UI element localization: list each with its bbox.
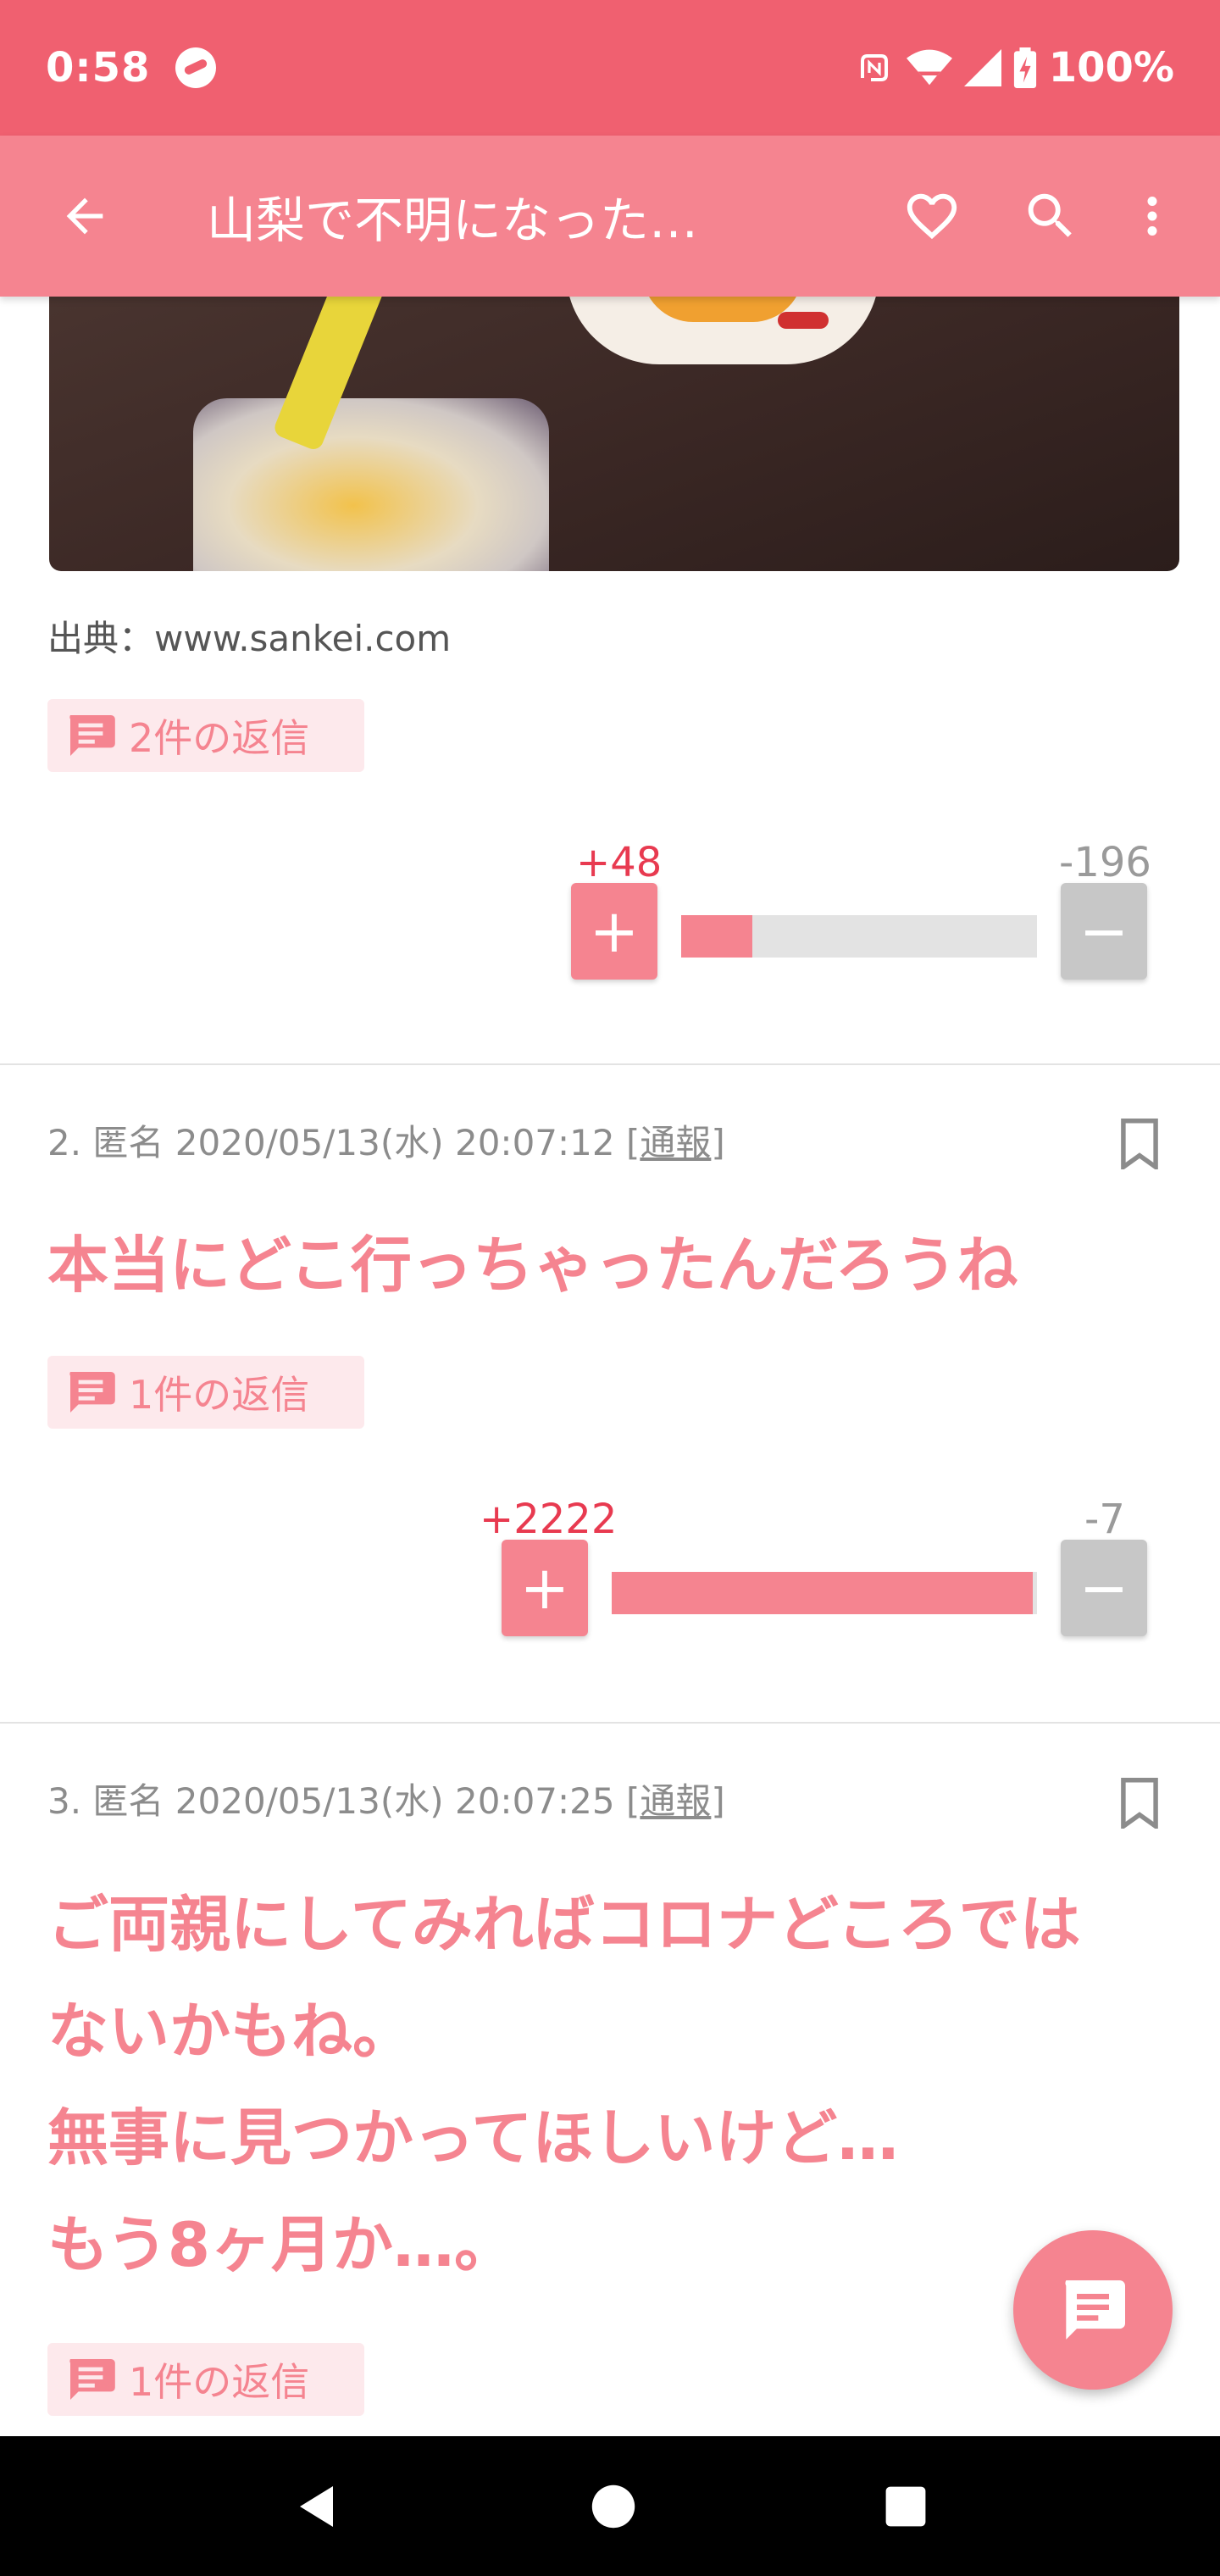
comment-meta: 2. 匿名 2020/05/13(水) 20:07:12 [通報] <box>47 1114 725 1166</box>
more-menu-button[interactable] <box>1110 165 1195 267</box>
comment-line: もう8ヶ月か…。 <box>47 2209 515 2280</box>
wifi-icon <box>906 49 952 86</box>
minus-count: -7 <box>1084 1496 1125 1543</box>
plus-vote-button[interactable]: + <box>571 883 657 980</box>
favorite-button[interactable] <box>873 165 991 267</box>
minus-icon: − <box>1079 897 1129 966</box>
nfc-icon <box>860 54 888 81</box>
photo-cup-detail <box>778 312 829 329</box>
arrow-back-icon <box>66 197 103 235</box>
status-time: 0:58 <box>46 44 151 92</box>
back-button[interactable] <box>42 174 127 258</box>
divider <box>0 1722 1220 1724</box>
post-image[interactable] <box>49 297 1179 571</box>
minus-icon: − <box>1079 1553 1129 1623</box>
comment-line: 無事に見つかってほしいけど… <box>47 2102 899 2174</box>
minus-count: -196 <box>1059 839 1151 886</box>
divider <box>0 1063 1220 1065</box>
report-link[interactable]: 通報 <box>640 1780 711 1822</box>
minus-vote-button[interactable]: − <box>1061 883 1147 980</box>
reply-count-button[interactable]: 1件の返信 <box>47 2343 364 2416</box>
comment-line: ご両親にしてみればコロナどころでは <box>47 1889 1081 1960</box>
status-icons: 100% <box>854 44 1174 92</box>
app-bar: 山梨で不明になった… <box>0 136 1220 297</box>
comment-list[interactable]: 出典：www.sankei.com 2件の返信 +48 -196 + − 2. … <box>0 297 1220 2436</box>
vote-ratio-bar <box>681 915 1037 958</box>
comment-meta-close: ] <box>711 1780 725 1822</box>
heart-icon <box>907 193 957 240</box>
vote-ratio-bar <box>612 1572 1037 1614</box>
reply-count-button[interactable]: 2件の返信 <box>47 699 364 772</box>
nav-recents-icon[interactable] <box>884 2484 928 2529</box>
nav-back-icon[interactable] <box>292 2481 343 2532</box>
vote-bar: +48 -196 + − <box>0 839 1220 980</box>
reply-count-button[interactable]: 1件の返信 <box>47 1356 364 1429</box>
plus-count: +2222 <box>480 1496 618 1543</box>
search-icon <box>1028 193 1072 237</box>
comment-meta-close: ] <box>711 1122 725 1163</box>
photo-bag <box>193 398 549 571</box>
comment-fab-icon <box>1065 2280 1125 2340</box>
comment-line: ないかもね。 <box>47 1996 414 2067</box>
plus-icon: + <box>519 1553 570 1623</box>
vote-bar: +2222 -7 + − <box>0 1496 1220 1636</box>
vote-ratio-fill <box>612 1572 1033 1614</box>
comment-icon <box>69 1372 115 1413</box>
plus-count: +48 <box>576 839 663 886</box>
report-link[interactable]: 通報 <box>640 1122 711 1163</box>
comment-meta-info: 2. 匿名 2020/05/13(水) 20:07:12 [ <box>47 1122 640 1163</box>
battery-percent: 100% <box>1048 44 1174 92</box>
comment-icon <box>69 715 115 756</box>
plus-icon: + <box>589 897 640 966</box>
app-notification-icon <box>175 47 217 88</box>
more-vert-icon <box>1147 197 1157 236</box>
write-comment-fab[interactable] <box>1013 2230 1173 2390</box>
signal-icon <box>963 49 1001 86</box>
reply-count-label: 1件の返信 <box>129 1372 310 1418</box>
bookmark-icon[interactable] <box>1117 1778 1162 1829</box>
comment-meta: 3. 匿名 2020/05/13(水) 20:07:25 [通報] <box>47 1773 725 1824</box>
comment-body: ご両親にしてみればコロナどころでは ないかもね。 無事に見つかってほしいけど… … <box>47 1871 1183 2298</box>
comment-body: 本当にどこ行っちゃったんだろうね <box>47 1230 1018 1301</box>
image-source[interactable]: 出典：www.sankei.com <box>47 610 451 662</box>
system-nav-bar <box>0 2436 1220 2576</box>
comment-meta-info: 3. 匿名 2020/05/13(水) 20:07:25 [ <box>47 1780 640 1822</box>
plus-vote-button[interactable]: + <box>502 1540 588 1636</box>
reply-count-label: 1件の返信 <box>129 2359 310 2405</box>
status-bar: 0:58 100% <box>0 0 1220 136</box>
app-bar-actions <box>873 165 1195 267</box>
bookmark-icon[interactable] <box>1117 1119 1162 1169</box>
comment-icon <box>69 2359 115 2400</box>
battery-icon <box>1013 47 1036 88</box>
vote-ratio-fill <box>681 915 752 958</box>
search-button[interactable] <box>991 165 1110 267</box>
minus-vote-button[interactable]: − <box>1061 1540 1147 1636</box>
reply-count-label: 2件の返信 <box>129 715 310 761</box>
page-title: 山梨で不明になった… <box>207 192 699 249</box>
nav-home-icon[interactable] <box>590 2483 637 2530</box>
